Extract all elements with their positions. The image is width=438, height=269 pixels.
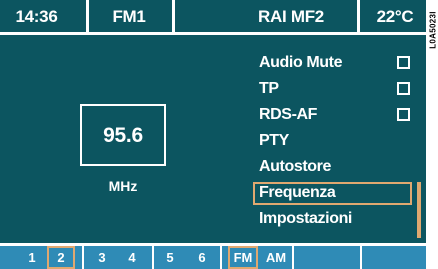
preset-divider bbox=[360, 246, 362, 269]
preset-divider bbox=[82, 246, 84, 269]
preset-5-button[interactable]: 5 bbox=[160, 246, 180, 269]
clock: 14:36 bbox=[15, 7, 58, 26]
rds-af-checkbox[interactable] bbox=[397, 108, 410, 121]
menu-item-audio-mute[interactable]: Audio Mute bbox=[259, 53, 343, 73]
band-fm-button[interactable]: FM bbox=[228, 246, 258, 269]
radio-display: 14:36 FM1 RAI MF2 22°C 95.6 MHz Audio Mu… bbox=[0, 0, 426, 269]
figure-code: L0A5023I bbox=[427, 0, 438, 60]
header-divider-line bbox=[0, 32, 426, 35]
band-label: FM1 bbox=[112, 7, 146, 26]
menu-item-tp[interactable]: TP bbox=[259, 79, 279, 99]
preset-3-button[interactable]: 3 bbox=[92, 246, 112, 269]
preset-divider bbox=[220, 246, 222, 269]
menu-item-impostazioni[interactable]: Impostazioni bbox=[259, 209, 352, 229]
station-name: RAI MF2 bbox=[258, 7, 324, 26]
frequency-unit: MHz bbox=[108, 178, 138, 194]
status-header: 14:36 FM1 RAI MF2 22°C bbox=[0, 0, 426, 32]
band-am-button[interactable]: AM bbox=[262, 246, 290, 269]
audio-mute-checkbox[interactable] bbox=[397, 56, 410, 69]
temperature: 22°C bbox=[376, 7, 414, 26]
preset-6-button[interactable]: 6 bbox=[192, 246, 212, 269]
header-divider bbox=[357, 0, 360, 32]
menu-item-pty[interactable]: PTY bbox=[259, 131, 289, 151]
menu-item-frequenza[interactable]: Frequenza bbox=[259, 183, 336, 203]
menu-item-autostore[interactable]: Autostore bbox=[259, 157, 331, 177]
preset-2-button[interactable]: 2 bbox=[47, 246, 75, 269]
menu-item-rds-af[interactable]: RDS-AF bbox=[259, 105, 317, 125]
frequency-display: 95.6 bbox=[80, 104, 166, 166]
header-divider bbox=[172, 0, 175, 32]
preset-divider bbox=[152, 246, 154, 269]
preset-4-button[interactable]: 4 bbox=[122, 246, 142, 269]
preset-divider bbox=[292, 246, 294, 269]
menu-scrollbar[interactable] bbox=[417, 182, 421, 238]
figure-code-text: L0A5023I bbox=[428, 11, 438, 49]
tp-checkbox[interactable] bbox=[397, 82, 410, 95]
preset-1-button[interactable]: 1 bbox=[22, 246, 42, 269]
